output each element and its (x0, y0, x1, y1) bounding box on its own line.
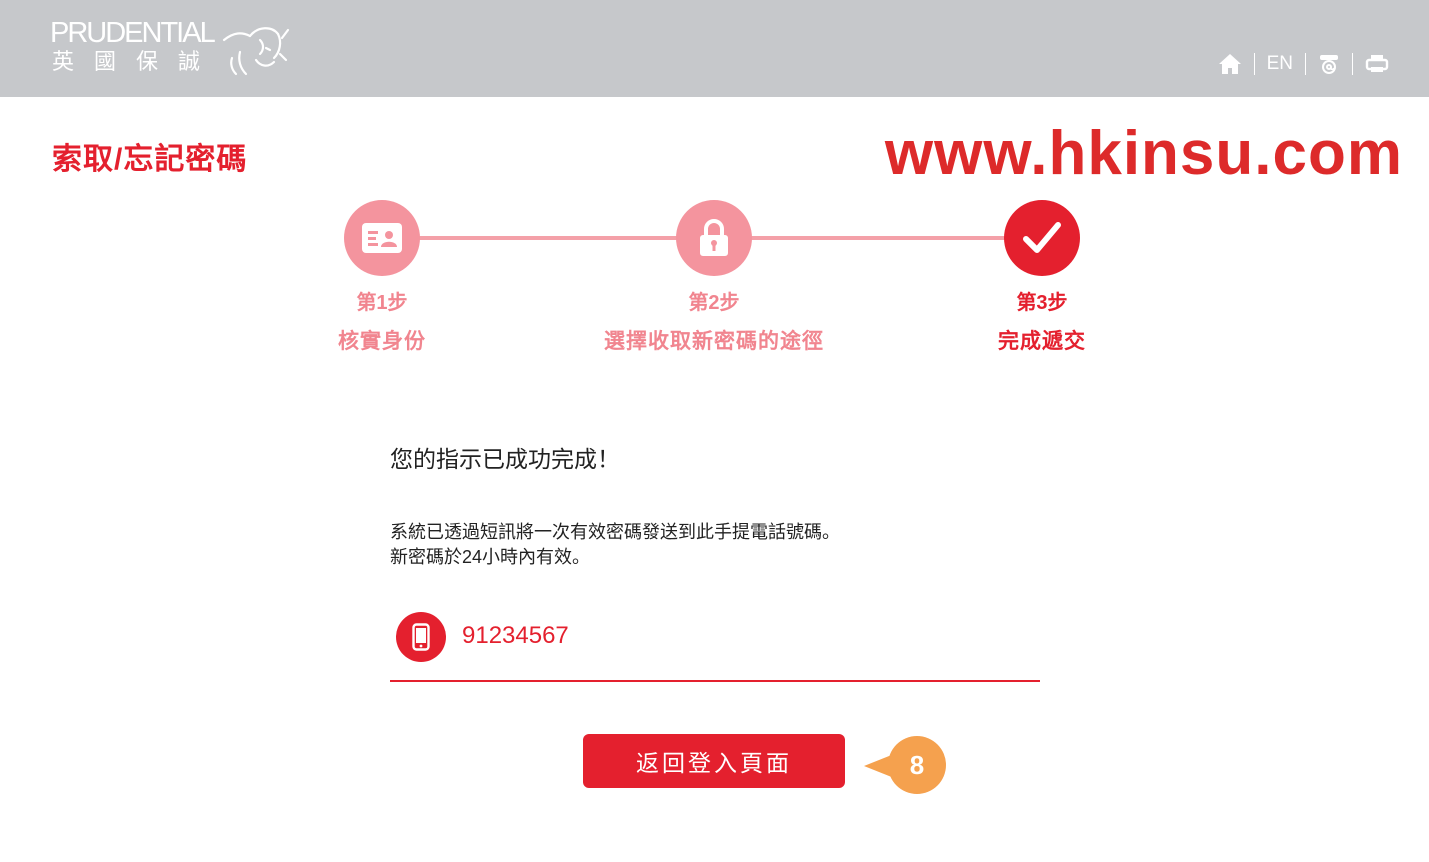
id-card-icon (344, 200, 420, 276)
step-3-label: 完成遞交 (998, 330, 1086, 353)
step-1-label: 核實身份 (338, 330, 426, 353)
logo-prudence-figure-icon (222, 27, 290, 76)
home-icon[interactable] (1206, 50, 1254, 78)
logo-english-text: PRUDENTIAL (50, 17, 216, 49)
check-icon (1004, 200, 1080, 276)
page-title: 索取/忘記密碼 (52, 143, 248, 176)
back-to-login-button[interactable]: 返回登入頁面 (583, 734, 845, 788)
step-2: 第2步 選擇收取新密碼的途徑 (554, 200, 874, 355)
progress-stepper: 第1步 核實身份 第2步 選擇收取新密碼的途徑 第3步 完成遞交 (330, 200, 1110, 360)
sms-message: 系統已透過短訊將一次有效密碼發送到此手提電話號碼。 新密碼於24小時內有效。 (390, 520, 840, 570)
mobile-phone-icon (396, 612, 446, 662)
sms-message-line-1: 系統已透過短訊將一次有效密碼發送到此手提電話號碼。 (390, 522, 840, 542)
email-contact-icon[interactable] (1306, 50, 1352, 78)
step-1: 第1步 核實身份 (302, 200, 462, 355)
page: PRUDENTIAL 英國保誠 EN 索取/忘記密碼 www.hkinsu.co… (0, 0, 1429, 862)
sms-message-line-2: 新密碼於24小時內有效。 (390, 547, 591, 567)
watermark-text: www.hkinsu.com (884, 119, 1403, 188)
language-toggle[interactable]: EN (1255, 50, 1305, 78)
prudential-logo[interactable]: PRUDENTIAL 英國保誠 (50, 18, 290, 78)
callout-number: 8 (888, 736, 946, 794)
phone-number-value: 91234567 (462, 622, 569, 649)
print-icon[interactable] (1353, 50, 1401, 78)
step-2-label: 選擇收取新密碼的途徑 (604, 330, 824, 353)
lock-icon (676, 200, 752, 276)
step-2-number: 第2步 (688, 292, 740, 314)
success-heading: 您的指示已成功完成！ (390, 446, 620, 472)
utility-nav: EN (1206, 50, 1401, 78)
step-callout-badge: 8 (862, 736, 952, 796)
header-bar: PRUDENTIAL 英國保誠 EN (0, 0, 1429, 97)
logo-chinese-text: 英國保誠 (52, 49, 221, 74)
step-3-number: 第3步 (1016, 292, 1068, 314)
step-3: 第3步 完成遞交 (962, 200, 1122, 355)
step-1-number: 第1步 (356, 292, 408, 314)
phone-number-field: 91234567 (390, 608, 1040, 682)
